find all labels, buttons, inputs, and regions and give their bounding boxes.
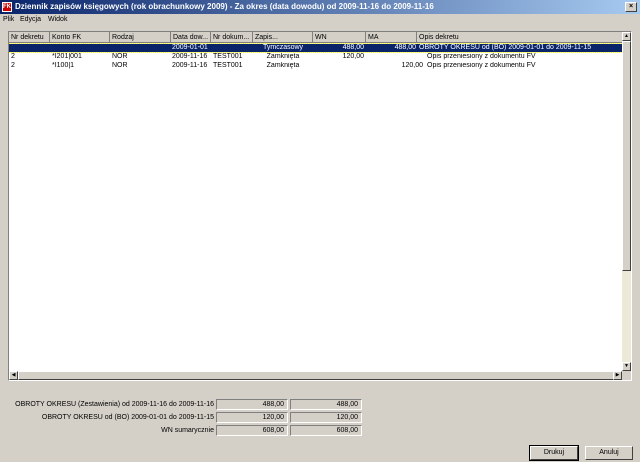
cell-wn [313,62,364,70]
menu-bar: Plik Edycja Widok [0,14,640,26]
horizontal-scroll-thumb[interactable] [18,371,614,380]
cell-opis: Opis przeniesiony z dokumentu FV [427,62,536,69]
cell-wn: 488,00 [342,44,364,51]
cell-ma [366,53,416,61]
col-data-dowodu[interactable]: Data dow... [171,32,211,43]
table-row[interactable]: 2009-01-01 Tymczasowy 488,00 488,00 OBRO… [9,43,624,53]
summary-ma-zestawienia: 488,00 [290,399,362,410]
app-icon: FK [2,2,12,12]
cell-nrdok: TEST001 [213,62,243,69]
menu-edycja[interactable]: Edycja [20,14,41,26]
summary-label-sumarycznie: WN sumarycznie [161,427,214,434]
col-konto-fk[interactable]: Konto FK [50,32,110,43]
grid-header: Nr dekretu Konto FK Rodzaj Data dow... N… [9,32,623,43]
scroll-up-icon[interactable]: ▲ [622,32,631,41]
cell-rodzaj: NOR [112,62,128,69]
cell-data: 2009-01-01 [172,44,208,51]
cell-ma: 488,00 [394,44,416,51]
vertical-scroll-thumb[interactable] [622,41,631,271]
summary-label-bo: OBROTY OKRESU od (BO) 2009-01-01 do 2009… [41,414,214,421]
cell-opis: Opis przeniesiony z dokumentu FV [427,53,536,60]
table-row[interactable]: 2 *I100|1 NOR 2009-11-16 TEST001 Zamknię… [9,62,623,70]
cell-ma: 120,00 [401,62,423,69]
cell-data: 2009-11-16 [172,53,208,60]
col-opis-dekretu[interactable]: Opis dekretu [417,32,623,43]
menu-plik[interactable]: Plik [3,14,14,26]
close-icon[interactable]: × [625,2,637,12]
cell-nrdok: TEST001 [213,53,243,60]
cell-konto: *I100|1 [52,62,75,69]
scroll-right-icon[interactable]: ▶ [613,371,622,380]
scroll-left-icon[interactable]: ◀ [9,371,18,380]
summary-wn-sumarycznie: 608,00 [216,425,288,436]
col-rodzaj[interactable]: Rodzaj [110,32,171,43]
vertical-scrollbar[interactable]: ▲ ▼ [622,32,631,371]
cell-rodzaj [112,44,170,52]
menu-widok[interactable]: Widok [48,14,67,26]
cell-data: 2009-11-16 [172,62,208,69]
cell-nr: 2 [11,62,15,69]
cell-nr [11,44,49,52]
col-zapis[interactable]: Zapis... [253,32,313,43]
cell-nrdok [213,44,253,52]
print-button[interactable]: Drukuj [529,445,579,461]
summary-ma-bo: 120,00 [290,412,362,423]
cancel-button[interactable]: Anuluj [585,446,633,460]
cell-rodzaj: NOR [112,53,128,60]
cell-zapis: Tymczasowy [262,44,304,51]
scroll-corner [622,371,631,380]
cell-konto [52,44,109,52]
summary-wn-zestawienia: 488,00 [216,399,288,410]
cell-opis: OBROTY OKRESU od (BO) 2009-01-01 do 2009… [419,44,592,51]
col-wn[interactable]: WN [313,32,366,43]
cell-nr: 2 [11,53,15,60]
summary-ma-sumarycznie: 608,00 [290,425,362,436]
table-row[interactable]: 2 *I201|001 NOR 2009-11-16 TEST001 Zamkn… [9,53,623,61]
cell-konto: *I201|001 [52,53,82,60]
cell-zapis: Zamknięta [266,62,300,69]
journal-grid[interactable]: Nr dekretu Konto FK Rodzaj Data dow... N… [8,31,632,381]
window-title: Dziennik zapisów księgowych (rok obrachu… [15,2,434,11]
col-nr-dokumentu[interactable]: Nr dokum... [211,32,253,43]
summary-label-zestawienia: OBROTY OKRESU (Zestawienia) od 2009-11-1… [15,401,214,408]
col-ma[interactable]: MA [366,32,417,43]
scroll-down-icon[interactable]: ▼ [622,362,631,371]
cell-zapis: Zamknięta [266,53,300,60]
horizontal-scrollbar[interactable]: ◀ ▶ [9,371,622,380]
col-nr-dekretu[interactable]: Nr dekretu [9,32,50,43]
summary-wn-bo: 120,00 [216,412,288,423]
title-bar: FK Dziennik zapisów księgowych (rok obra… [0,0,640,14]
cell-wn: 120,00 [342,53,364,60]
